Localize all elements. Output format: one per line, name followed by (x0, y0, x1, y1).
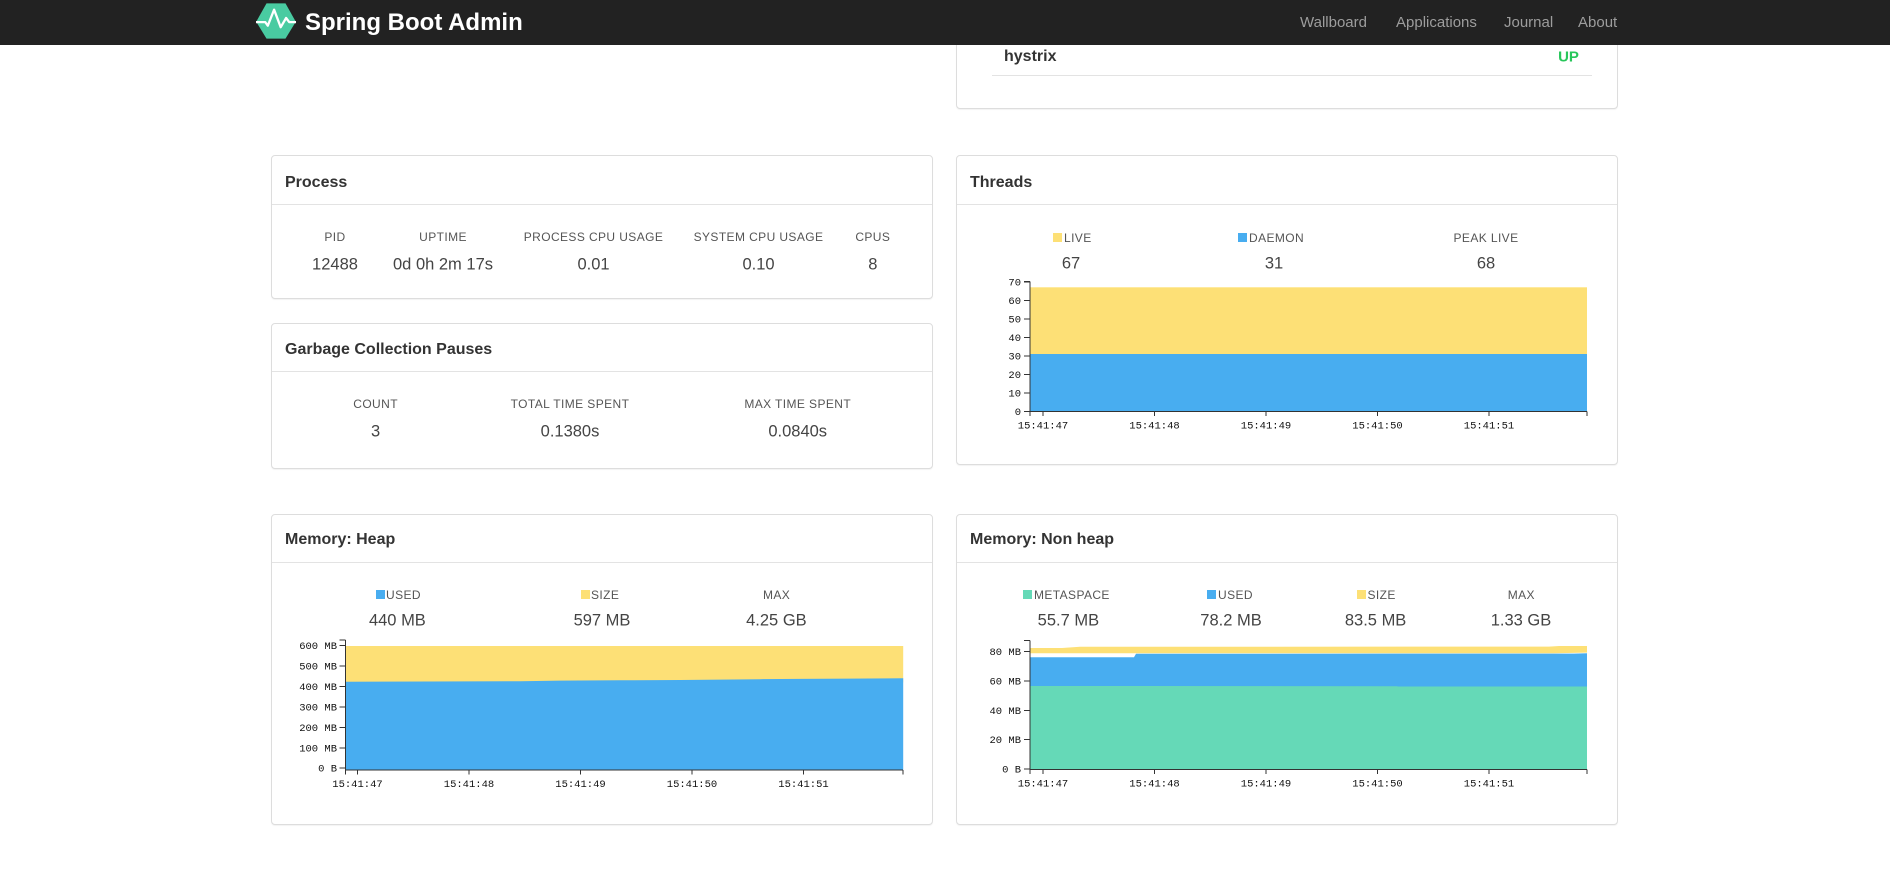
svg-text:600 MB: 600 MB (299, 641, 337, 653)
svg-text:15:41:51: 15:41:51 (1464, 421, 1514, 433)
svg-text:15:41:48: 15:41:48 (1129, 779, 1179, 791)
svg-text:80 MB: 80 MB (989, 647, 1021, 659)
svg-text:40 MB: 40 MB (989, 706, 1021, 718)
svg-text:15:41:50: 15:41:50 (1352, 421, 1402, 433)
svg-text:70: 70 (1008, 278, 1021, 290)
svg-text:30: 30 (1008, 352, 1021, 364)
svg-text:15:41:51: 15:41:51 (1464, 779, 1514, 791)
svg-text:0 B: 0 B (1002, 764, 1021, 776)
svg-text:300 MB: 300 MB (299, 702, 337, 714)
svg-text:60 MB: 60 MB (989, 677, 1021, 689)
svg-text:15:41:47: 15:41:47 (332, 779, 382, 791)
svg-text:15:41:47: 15:41:47 (1018, 779, 1068, 791)
svg-text:15:41:49: 15:41:49 (555, 779, 605, 791)
svg-text:15:41:49: 15:41:49 (1241, 779, 1291, 791)
svg-text:20 MB: 20 MB (989, 735, 1021, 747)
svg-text:60: 60 (1008, 296, 1021, 308)
svg-text:400 MB: 400 MB (299, 682, 337, 694)
svg-text:15:41:50: 15:41:50 (1352, 779, 1402, 791)
svg-text:15:41:48: 15:41:48 (1129, 421, 1179, 433)
svg-text:10: 10 (1008, 389, 1021, 401)
svg-text:20: 20 (1008, 370, 1021, 382)
svg-text:15:41:47: 15:41:47 (1018, 421, 1068, 433)
svg-text:15:41:50: 15:41:50 (667, 779, 717, 791)
svg-text:15:41:51: 15:41:51 (778, 779, 828, 791)
svg-text:500 MB: 500 MB (299, 662, 337, 674)
svg-text:50: 50 (1008, 315, 1021, 327)
svg-text:15:41:48: 15:41:48 (444, 779, 494, 791)
svg-text:200 MB: 200 MB (299, 723, 337, 735)
svg-text:40: 40 (1008, 333, 1021, 345)
svg-text:0: 0 (1015, 407, 1021, 419)
svg-text:0 B: 0 B (318, 764, 337, 776)
svg-text:15:41:49: 15:41:49 (1241, 421, 1291, 433)
svg-text:100 MB: 100 MB (299, 743, 337, 755)
